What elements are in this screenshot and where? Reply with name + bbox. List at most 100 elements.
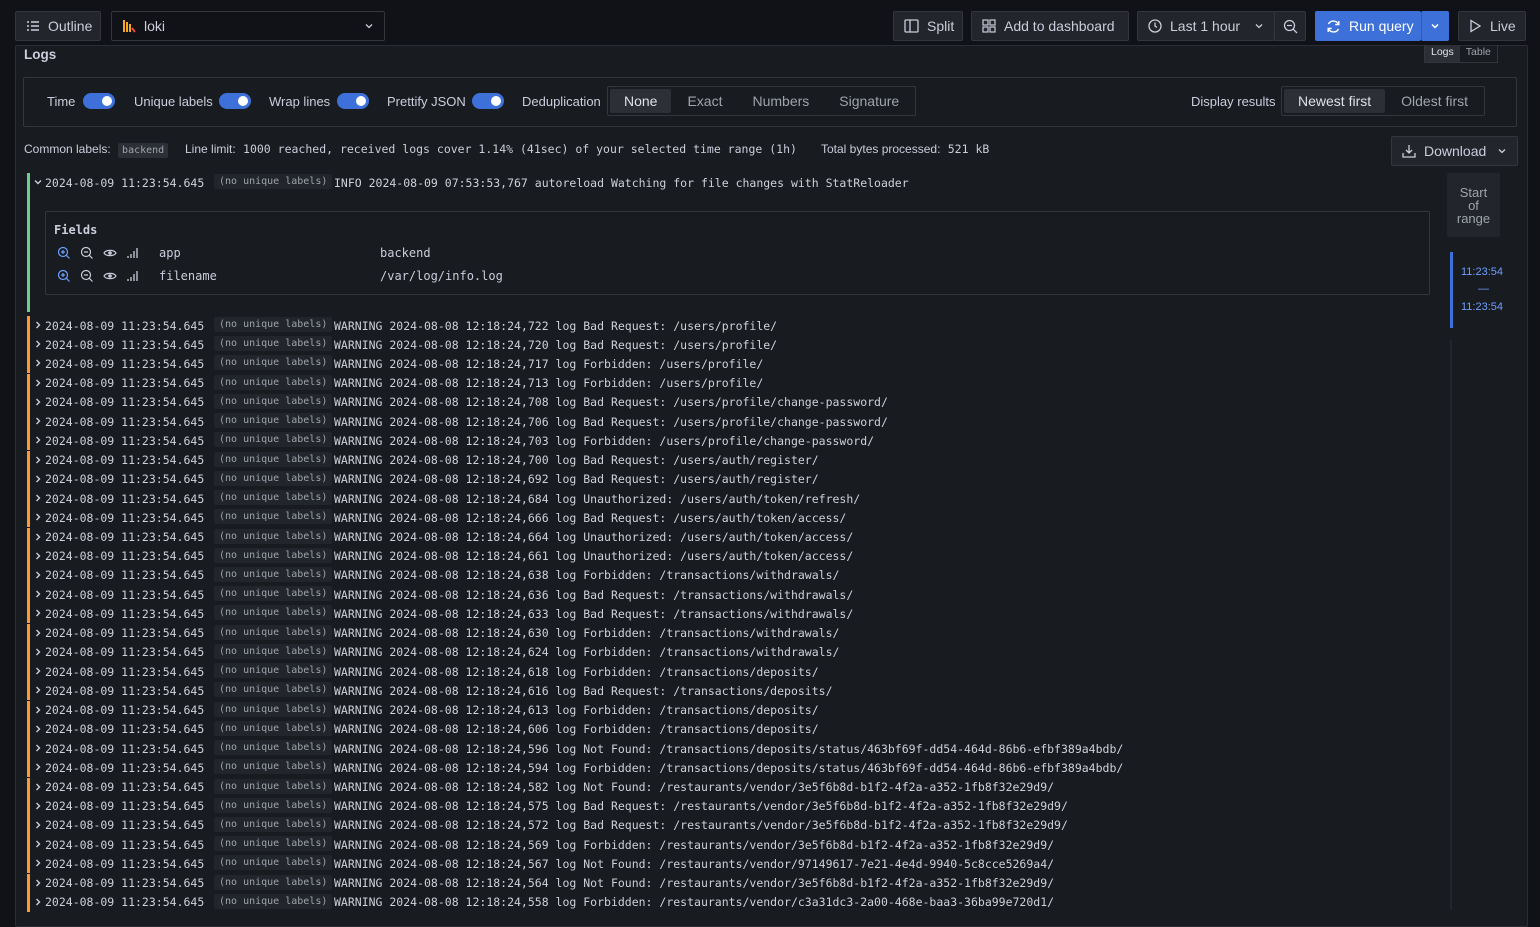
log-row[interactable]: 2024-08-09 11:23:54.645 (no unique labels… <box>27 873 1427 893</box>
log-row[interactable]: 2024-08-09 11:23:54.645 (no unique labels… <box>27 662 1427 682</box>
log-row[interactable]: 2024-08-09 11:23:54.645 (no unique labels… <box>27 892 1427 912</box>
log-row[interactable]: 2024-08-09 11:23:54.645 (no unique labels… <box>27 700 1427 720</box>
stats-icon[interactable] <box>126 269 140 283</box>
stats-icon[interactable] <box>126 246 140 260</box>
chevron-right-icon[interactable] <box>33 782 43 792</box>
chevron-right-icon[interactable] <box>33 570 43 580</box>
log-row[interactable]: 2024-08-09 11:23:54.645 (no unique labels… <box>27 796 1427 816</box>
dedup-numbers-option[interactable]: Numbers <box>738 89 823 113</box>
chevron-right-icon[interactable] <box>33 839 43 849</box>
tab-logs[interactable]: Logs <box>1425 45 1460 62</box>
chevron-right-icon[interactable] <box>33 589 43 599</box>
dedup-exact-option[interactable]: Exact <box>673 89 736 113</box>
split-button[interactable]: Split <box>893 11 963 41</box>
newest-first-option[interactable]: Newest first <box>1284 89 1386 113</box>
chevron-right-icon[interactable] <box>33 743 43 753</box>
log-row[interactable]: 2024-08-09 11:23:54.645 (no unique labels… <box>27 777 1427 797</box>
download-button[interactable]: Download <box>1391 136 1518 166</box>
time-range-picker[interactable]: Last 1 hour <box>1137 11 1275 41</box>
chevron-right-icon[interactable] <box>33 858 43 868</box>
oldest-first-option[interactable]: Oldest first <box>1387 89 1482 113</box>
log-row[interactable]: 2024-08-09 11:23:54.645 (no unique labels… <box>27 565 1427 585</box>
log-row[interactable]: 2024-08-09 11:23:54.645 (no unique labels… <box>27 585 1427 605</box>
chevron-right-icon[interactable] <box>33 435 43 445</box>
chevron-down-icon[interactable] <box>33 177 43 187</box>
chevron-right-icon[interactable] <box>33 724 43 734</box>
log-row[interactable]: 2024-08-09 11:23:54.645 (no unique labels… <box>27 527 1427 547</box>
log-row[interactable]: 2024-08-09 11:23:54.645 (no unique labels… <box>27 854 1427 874</box>
log-row[interactable]: 2024-08-09 11:23:54.645 (no unique labels… <box>27 412 1427 432</box>
outline-button[interactable]: Outline <box>15 11 101 41</box>
log-row[interactable]: 2024-08-09 11:23:54.645 (no unique labels… <box>27 469 1427 489</box>
time-toggle[interactable] <box>83 93 115 109</box>
log-row[interactable]: 2024-08-09 11:23:54.645 (no unique labels… <box>27 354 1427 374</box>
log-row[interactable]: 2024-08-09 11:23:54.645 (no unique labels… <box>27 719 1427 739</box>
chevron-right-icon[interactable] <box>33 397 43 407</box>
chevron-right-icon[interactable] <box>33 666 43 676</box>
zoom-out-icon[interactable] <box>80 246 94 260</box>
view-switcher[interactable]: Logs Table <box>1424 45 1498 63</box>
chevron-right-icon[interactable] <box>33 878 43 888</box>
log-row[interactable]: 2024-08-09 11:23:54.645 (no unique labels… <box>27 739 1427 759</box>
chevron-right-icon[interactable] <box>33 532 43 542</box>
tab-table[interactable]: Table <box>1460 45 1497 62</box>
add-to-dashboard-button[interactable]: Add to dashboard <box>971 11 1129 41</box>
zoom-out-button[interactable] <box>1274 11 1306 41</box>
zoom-in-icon[interactable] <box>57 246 71 260</box>
chevron-right-icon[interactable] <box>33 320 43 330</box>
chevron-right-icon[interactable] <box>33 685 43 695</box>
dedup-none-option[interactable]: None <box>610 89 672 113</box>
chevron-right-icon[interactable] <box>33 705 43 715</box>
unique-labels-toggle[interactable] <box>219 93 251 109</box>
eye-icon[interactable] <box>103 269 117 283</box>
chevron-right-icon[interactable] <box>33 416 43 426</box>
chevron-right-icon[interactable] <box>33 455 43 465</box>
sort-order-selector: Newest first Oldest first <box>1281 86 1486 116</box>
log-row[interactable]: 2024-08-09 11:23:54.645 (no unique labels… <box>27 546 1427 566</box>
chevron-right-icon[interactable] <box>33 474 43 484</box>
chevron-right-icon[interactable] <box>33 608 43 618</box>
log-unique-labels: (no unique labels) <box>214 816 333 832</box>
wrap-lines-toggle[interactable] <box>337 93 369 109</box>
time-range-segment[interactable]: 11:23:54 — 11:23:54 <box>1450 252 1513 328</box>
log-row[interactable]: 2024-08-09 11:23:54.645 (no unique labels… <box>27 758 1427 778</box>
datasource-picker[interactable]: loki <box>111 11 385 41</box>
log-message: WARNING 2024-08-08 12:18:24,692 log Bad … <box>334 472 819 487</box>
chevron-right-icon[interactable] <box>33 378 43 388</box>
run-query-button[interactable]: Run query <box>1315 11 1421 41</box>
log-row[interactable]: 2024-08-09 11:23:54.645 (no unique labels… <box>27 623 1427 643</box>
chevron-right-icon[interactable] <box>33 339 43 349</box>
log-row[interactable]: 2024-08-09 11:23:54.645 (no unique labels… <box>27 335 1427 355</box>
live-button[interactable]: Live <box>1458 11 1526 41</box>
log-row[interactable]: 2024-08-09 11:23:54.645 (no unique labels… <box>27 815 1427 835</box>
run-query-options-button[interactable] <box>1421 11 1449 41</box>
log-row[interactable]: 2024-08-09 11:23:54.645 (no unique labels… <box>27 604 1427 624</box>
log-row[interactable]: 2024-08-09 11:23:54.645 (no unique labels… <box>27 392 1427 412</box>
chevron-right-icon[interactable] <box>33 820 43 830</box>
log-row[interactable]: 2024-08-09 11:23:54.645 (no unique labels… <box>27 835 1427 855</box>
log-row[interactable]: 2024-08-09 11:23:54.645 (no unique labels… <box>27 642 1427 662</box>
dedup-signature-option[interactable]: Signature <box>825 89 913 113</box>
log-row[interactable]: 2024-08-09 11:23:54.645 (no unique labels… <box>27 450 1427 470</box>
eye-icon[interactable] <box>103 246 117 260</box>
chevron-right-icon[interactable] <box>33 512 43 522</box>
chevron-right-icon[interactable] <box>33 762 43 772</box>
zoom-in-icon[interactable] <box>57 269 71 283</box>
start-of-range-button[interactable]: Start of range <box>1447 173 1500 237</box>
chevron-right-icon[interactable] <box>33 551 43 561</box>
log-row[interactable]: 2024-08-09 11:23:54.645 (no unique labels… <box>27 681 1427 701</box>
log-row[interactable]: 2024-08-09 11:23:54.645 (no unique labels… <box>27 489 1427 509</box>
chevron-right-icon[interactable] <box>33 801 43 811</box>
prettify-json-toggle[interactable] <box>472 93 504 109</box>
log-row[interactable]: 2024-08-09 11:23:54.645 (no unique labels… <box>27 373 1427 393</box>
log-row[interactable]: 2024-08-09 11:23:54.645 (no unique labels… <box>27 508 1427 528</box>
log-row-expanded[interactable]: 2024-08-09 11:23:54.645 (no unique label… <box>27 173 1427 312</box>
zoom-out-icon[interactable] <box>80 269 94 283</box>
chevron-right-icon[interactable] <box>33 358 43 368</box>
chevron-right-icon[interactable] <box>33 493 43 503</box>
log-row[interactable]: 2024-08-09 11:23:54.645 (no unique labels… <box>27 431 1427 451</box>
chevron-right-icon[interactable] <box>33 628 43 638</box>
log-row[interactable]: 2024-08-09 11:23:54.645 (no unique labels… <box>27 316 1427 335</box>
chevron-right-icon[interactable] <box>33 897 43 907</box>
chevron-right-icon[interactable] <box>33 647 43 657</box>
